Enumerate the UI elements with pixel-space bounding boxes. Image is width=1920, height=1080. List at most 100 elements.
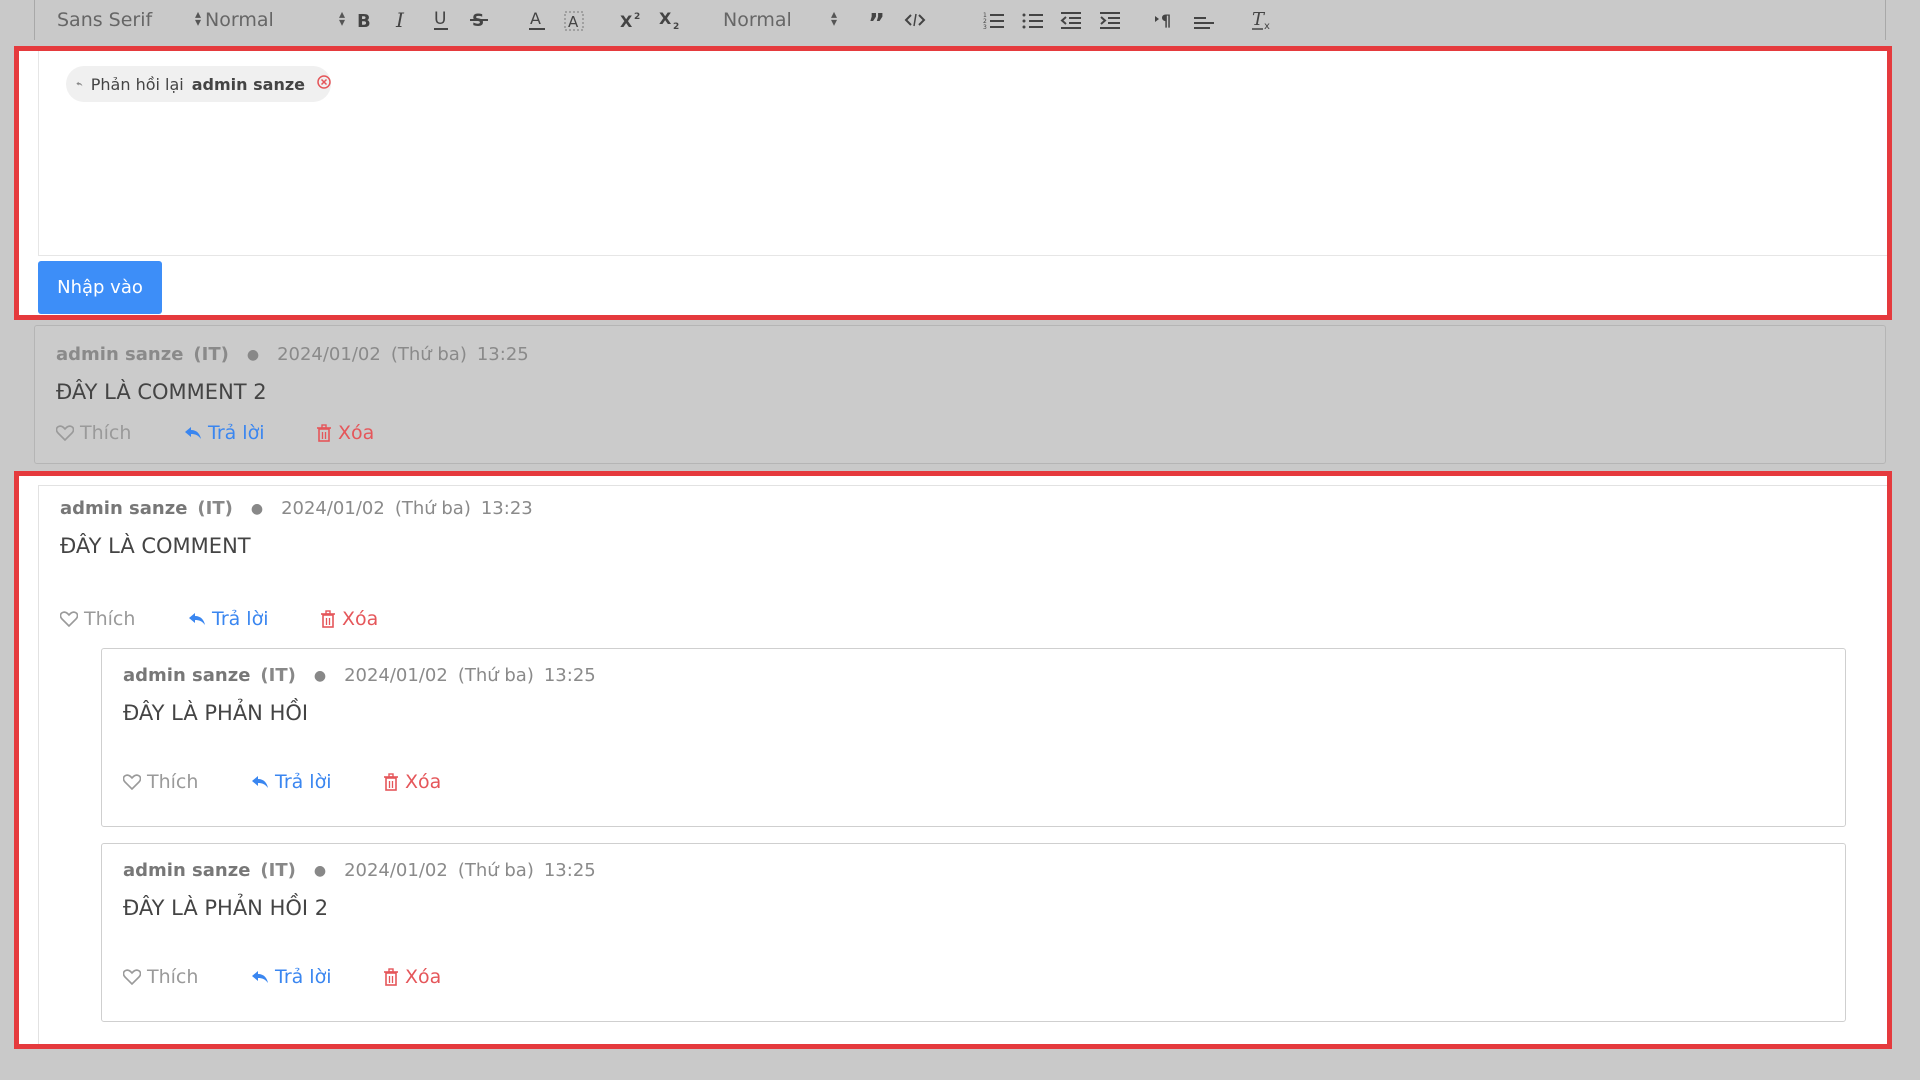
separator-dot: ● [313, 862, 327, 879]
reply-weekday: (Thứ ba) [457, 860, 534, 881]
ordered-list-icon[interactable]: 123 [980, 0, 1008, 40]
blockquote-icon[interactable]: ” [863, 0, 891, 40]
delete-button[interactable]: Xóa [383, 771, 441, 793]
select-arrows-icon: ▴ ▾ [339, 7, 346, 29]
comment-dept: (IT) [197, 498, 233, 519]
reply-dept: (IT) [260, 665, 296, 686]
svg-text:”: ” [868, 10, 885, 30]
like-label: Thích [147, 771, 199, 793]
editor-text-area[interactable]: Phản hồi lại admin sanze [38, 51, 1887, 256]
strike-icon[interactable]: S [465, 0, 493, 40]
reply-arrow-icon [76, 81, 83, 87]
like-label: Thích [80, 422, 132, 444]
trash-icon [317, 424, 331, 442]
font-size-select[interactable]: Normal ▴ ▾ [205, 0, 345, 40]
reply-label: Trả lời [212, 608, 269, 630]
heart-icon [56, 425, 74, 441]
font-family-select[interactable]: Sans Serif ▴ ▾ [57, 0, 201, 40]
close-icon[interactable] [317, 75, 331, 93]
comment-author: admin sanze [56, 344, 184, 365]
reply-author: admin sanze [123, 665, 251, 686]
svg-text:3: 3 [983, 24, 987, 30]
reply-author: admin sanze [123, 860, 251, 881]
trash-icon [321, 610, 335, 628]
background-color-icon[interactable]: A [560, 0, 588, 40]
submit-button[interactable]: Nhập vào [38, 261, 162, 314]
header-select[interactable]: Normal ▴ ▾ [723, 0, 863, 40]
separator-dot: ● [313, 667, 327, 684]
svg-text:I: I [395, 10, 405, 30]
font-family-value: Sans Serif [57, 9, 153, 31]
font-color-icon[interactable]: A [523, 0, 551, 40]
reply-button[interactable]: Trả lời [251, 966, 383, 988]
bullet-list-icon[interactable] [1019, 0, 1047, 40]
like-button[interactable]: Thích [123, 966, 251, 988]
like-label: Thích [84, 608, 136, 630]
delete-label: Xóa [405, 771, 442, 793]
reply-meta: admin sanze (IT) ● 2024/01/02 (Thứ ba) 1… [123, 665, 596, 686]
comment-item: admin sanze (IT) ● 2024/01/02 (Thứ ba) 1… [34, 325, 1886, 464]
delete-label: Xóa [342, 608, 379, 630]
svg-text:X: X [620, 12, 633, 30]
comment-date: 2024/01/02 [281, 498, 385, 519]
reply-icon [189, 613, 205, 625]
svg-text:X: X [659, 9, 672, 28]
comment-weekday: (Thứ ba) [394, 498, 471, 519]
reply-button[interactable]: Trả lời [184, 422, 316, 444]
svg-text:x: x [1264, 21, 1270, 31]
svg-text:2: 2 [634, 12, 640, 22]
align-icon[interactable] [1190, 0, 1218, 40]
superscript-icon[interactable]: X2 [617, 0, 645, 40]
like-button[interactable]: Thích [56, 422, 184, 444]
heart-icon [123, 969, 141, 985]
comment-text: ĐÂY LÀ COMMENT 2 [56, 380, 267, 404]
like-button[interactable]: Thích [123, 771, 251, 793]
reply-icon [185, 427, 201, 439]
comment-date: 2024/01/02 [277, 344, 381, 365]
reply-date: 2024/01/02 [344, 860, 448, 881]
outdent-icon[interactable] [1057, 0, 1085, 40]
comment-actions: Thích Trả lời Xóa [56, 422, 374, 444]
delete-label: Xóa [405, 966, 442, 988]
reply-to-chip: Phản hồi lại admin sanze [66, 66, 331, 102]
reply-text: ĐÂY LÀ PHẢN HỒI [123, 701, 309, 725]
reply-actions: Thích Trả lời Xóa [123, 966, 441, 988]
reply-button[interactable]: Trả lời [251, 771, 383, 793]
comment-meta: admin sanze (IT) ● 2024/01/02 (Thứ ba) 1… [56, 344, 529, 365]
reply-meta: admin sanze (IT) ● 2024/01/02 (Thứ ba) 1… [123, 860, 596, 881]
font-size-value: Normal [205, 9, 274, 31]
reply-button[interactable]: Trả lời [188, 608, 320, 630]
like-button[interactable]: Thích [60, 608, 188, 630]
reply-text: ĐÂY LÀ PHẢN HỒI 2 [123, 896, 329, 920]
reply-time: 13:25 [543, 860, 596, 881]
reply-date: 2024/01/02 [344, 665, 448, 686]
comment-time: 13:23 [480, 498, 533, 519]
select-arrows-icon: ▴ ▾ [195, 7, 202, 29]
italic-icon[interactable]: I [388, 0, 416, 40]
code-block-icon[interactable] [901, 0, 929, 40]
reply-chip-author: admin sanze [191, 74, 305, 94]
header-value: Normal [723, 9, 792, 31]
text-direction-icon[interactable]: ¶ [1151, 0, 1179, 40]
svg-text:A: A [530, 9, 541, 28]
reply-label: Trả lời [275, 966, 332, 988]
indent-icon[interactable] [1096, 0, 1124, 40]
reply-dept: (IT) [260, 860, 296, 881]
separator-dot: ● [246, 346, 260, 363]
delete-button[interactable]: Xóa [383, 966, 441, 988]
reply-label: Trả lời [208, 422, 265, 444]
underline-icon[interactable]: U [427, 0, 455, 40]
svg-text:2: 2 [673, 22, 679, 31]
delete-button[interactable]: Xóa [316, 422, 374, 444]
comment-text: ĐÂY LÀ COMMENT [60, 534, 251, 558]
reply-weekday: (Thứ ba) [457, 665, 534, 686]
svg-text:A: A [568, 13, 579, 31]
comment-editor: Phản hồi lại admin sanze Nhập vào [14, 46, 1892, 320]
bold-icon[interactable]: B [350, 0, 378, 40]
clear-format-icon[interactable]: Tx [1249, 0, 1277, 40]
comment-item: admin sanze (IT) ● 2024/01/02 (Thứ ba) 1… [38, 485, 1887, 1044]
delete-button[interactable]: Xóa [320, 608, 378, 630]
reply-time: 13:25 [543, 665, 596, 686]
reply-icon [252, 776, 268, 788]
subscript-icon[interactable]: X2 [656, 0, 684, 40]
